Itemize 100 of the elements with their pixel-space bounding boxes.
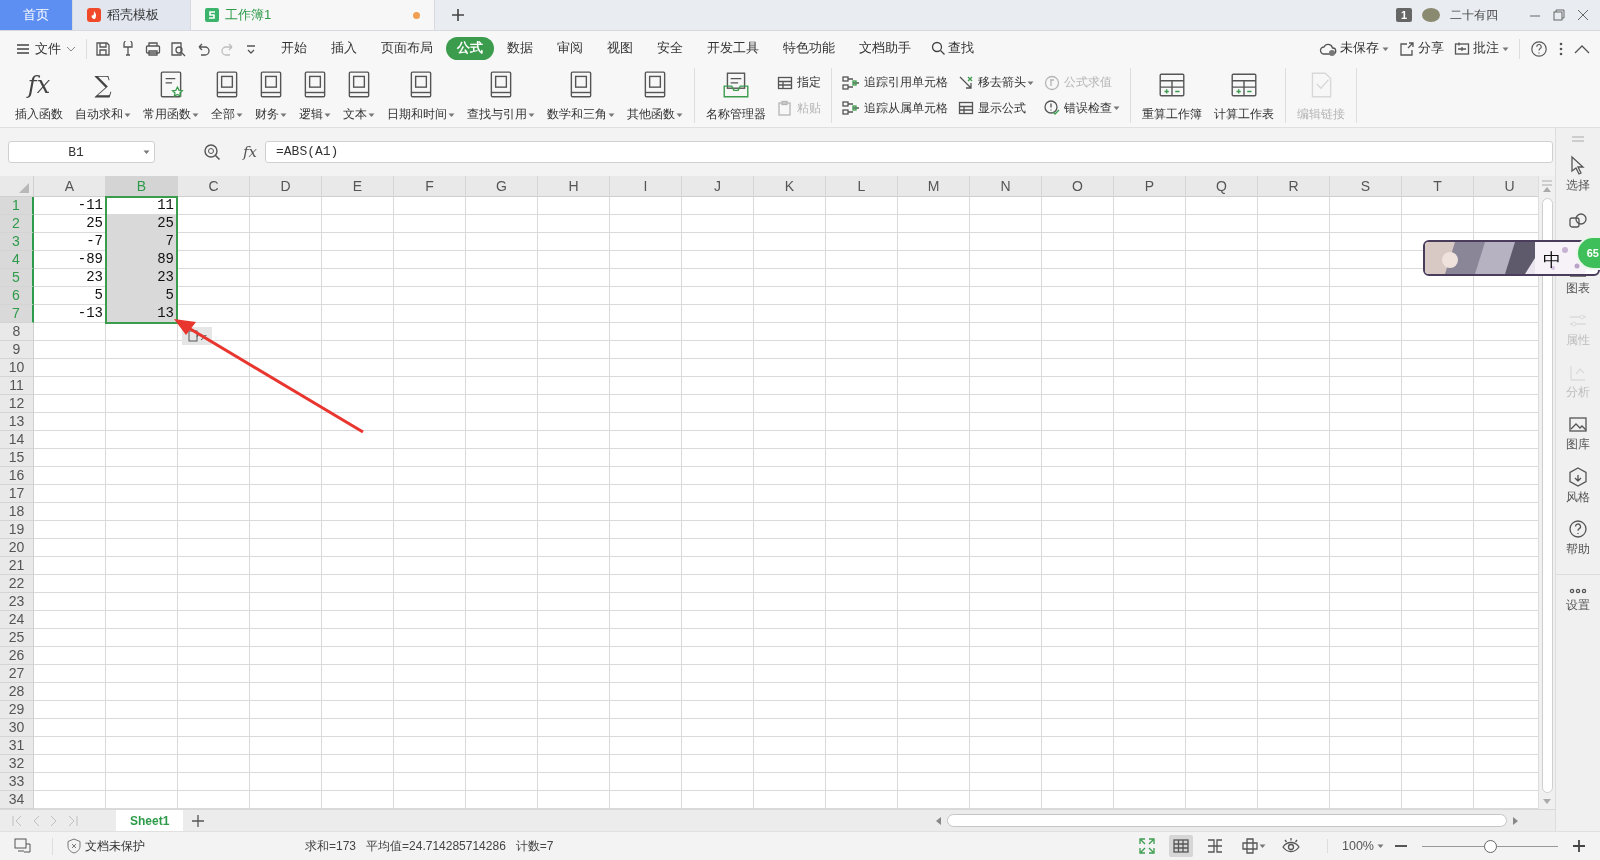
zoom-slider-thumb[interactable] — [1484, 839, 1497, 853]
row-header[interactable]: 18 — [0, 503, 34, 521]
close-icon[interactable] — [1576, 8, 1590, 22]
row-header[interactable]: 34 — [0, 791, 34, 809]
row-header[interactable]: 8 — [0, 323, 34, 341]
ribbon-tab[interactable]: 审阅 — [546, 37, 594, 60]
insert-function-button[interactable]: fx — [243, 143, 257, 161]
column-header[interactable]: Q — [1186, 176, 1258, 197]
column-header[interactable]: U — [1474, 176, 1538, 197]
ribbon-button[interactable]: fx 插入函数 — [10, 68, 68, 123]
ribbon-button[interactable]: 重算工作簿 — [1137, 68, 1207, 123]
column-header[interactable]: O — [1042, 176, 1114, 197]
scroll-left-icon[interactable] — [935, 816, 941, 825]
zoom-icon[interactable] — [203, 143, 221, 161]
column-header[interactable]: R — [1258, 176, 1330, 197]
row-header[interactable]: 16 — [0, 467, 34, 485]
column-header[interactable]: J — [682, 176, 754, 197]
column-header[interactable]: S — [1330, 176, 1402, 197]
preview-icon[interactable] — [170, 40, 186, 57]
ribbon-tab[interactable]: 特色功能 — [772, 37, 846, 60]
printer-icon[interactable] — [145, 40, 161, 57]
ribbon-tab[interactable]: 开发工具 — [696, 37, 770, 60]
ribbon-tab[interactable]: 文档助手 — [848, 37, 922, 60]
ribbon-button[interactable]: 日期和时间 — [382, 68, 460, 123]
ribbon-button[interactable]: 移去箭头 — [958, 74, 1034, 92]
column-header[interactable]: N — [970, 176, 1042, 197]
name-box[interactable]: B1 — [8, 141, 155, 163]
ribbon-button[interactable]: 显示公式 — [958, 99, 1034, 117]
row-header[interactable]: 31 — [0, 737, 34, 755]
add-sheet-icon[interactable] — [191, 813, 206, 828]
ribbon-button[interactable]: 追踪从属单元格 — [842, 99, 948, 117]
column-header[interactable]: M — [898, 176, 970, 197]
ribbon-button[interactable]: 数学和三角 — [542, 68, 620, 123]
zoom-dropdown[interactable]: 100% — [1327, 839, 1384, 853]
row-header[interactable]: 20 — [0, 539, 34, 557]
row-header[interactable]: 10 — [0, 359, 34, 377]
plus-icon[interactable] — [451, 8, 465, 22]
user-name[interactable]: 二十有四 — [1450, 6, 1498, 24]
file-menu[interactable]: 文件 — [10, 38, 87, 59]
help-icon[interactable] — [1530, 39, 1548, 58]
ribbon-tab[interactable]: 页面布局 — [370, 37, 444, 60]
scrollbar-thumb[interactable] — [947, 814, 1507, 827]
ribbon-button[interactable]: 查找与引用 — [462, 68, 540, 123]
column-header[interactable]: G — [466, 176, 538, 197]
document-tab[interactable]: 稻壳模板 — [73, 0, 191, 30]
column-header[interactable]: P — [1114, 176, 1186, 197]
search-button[interactable]: 查找 — [931, 40, 974, 57]
sidebar-button[interactable]: 选择 — [1556, 148, 1600, 200]
document-tab[interactable]: 工作簿1 — [191, 0, 435, 30]
column-header[interactable]: T — [1402, 176, 1474, 197]
ribbon-button[interactable]: 全部 — [206, 68, 248, 123]
column-header[interactable]: E — [322, 176, 394, 197]
row-header[interactable]: 28 — [0, 683, 34, 701]
collapse-icon[interactable] — [1574, 43, 1590, 54]
ribbon-button[interactable]: 逻辑 — [294, 68, 336, 123]
row-header[interactable]: 27 — [0, 665, 34, 683]
row-header[interactable]: 26 — [0, 647, 34, 665]
protection-status[interactable]: 文档未保护 — [52, 837, 145, 855]
row-header[interactable]: 29 — [0, 701, 34, 719]
sidebar-button[interactable]: 设置 — [1556, 574, 1600, 626]
ribbon-tab[interactable]: 公式 — [446, 37, 494, 60]
sheet-switch-icon[interactable] — [14, 838, 32, 854]
ribbon-tab[interactable]: 视图 — [596, 37, 644, 60]
ribbon-button[interactable]: 错误检查 — [1044, 99, 1120, 117]
ribbon-button[interactable]: 文本 — [338, 68, 380, 123]
toolbar-button[interactable]: 分享 — [1399, 40, 1444, 57]
row-header[interactable]: 15 — [0, 449, 34, 467]
row-header[interactable]: 32 — [0, 755, 34, 773]
row-header[interactable]: 30 — [0, 719, 34, 737]
toolbar-button[interactable]: 未保存 — [1319, 40, 1389, 57]
row-header[interactable]: 11 — [0, 377, 34, 395]
row-header[interactable]: 21 — [0, 557, 34, 575]
ribbon-tab[interactable]: 开始 — [270, 37, 318, 60]
ribbon-tab[interactable]: 安全 — [646, 37, 694, 60]
ribbon-button[interactable]: 其他函数 — [622, 68, 688, 123]
row-header[interactable]: 12 — [0, 395, 34, 413]
column-header[interactable]: C — [178, 176, 250, 197]
formula-field[interactable]: =ABS(A1) — [265, 141, 1553, 163]
sidebar-button[interactable]: 风格 — [1556, 460, 1600, 512]
row-header[interactable]: 23 — [0, 593, 34, 611]
column-header[interactable]: L — [826, 176, 898, 197]
sheet-tab[interactable]: Sheet1 — [116, 809, 184, 832]
column-header[interactable]: A — [34, 176, 106, 197]
row-header[interactable]: 22 — [0, 575, 34, 593]
view-button[interactable] — [1169, 835, 1193, 857]
zoom-in-icon[interactable] — [1572, 839, 1586, 853]
column-header[interactable]: F — [394, 176, 466, 197]
sidebar-button[interactable]: 图库 — [1556, 408, 1600, 460]
ribbon-tab[interactable]: 插入 — [320, 37, 368, 60]
toolbar-button[interactable]: 批注 — [1454, 40, 1509, 57]
ribbon-button[interactable]: 财务 — [250, 68, 292, 123]
row-header[interactable]: 33 — [0, 773, 34, 791]
ribbon-button[interactable]: 名称管理器 — [701, 68, 771, 123]
row-header[interactable]: 14 — [0, 431, 34, 449]
column-header[interactable]: D — [250, 176, 322, 197]
ribbon-button[interactable]: 计算工作表 — [1209, 68, 1279, 123]
scroll-right-icon[interactable] — [1513, 816, 1519, 825]
brush-icon[interactable] — [120, 40, 136, 57]
window-count-badge[interactable]: 1 — [1395, 8, 1412, 22]
row-header[interactable]: 17 — [0, 485, 34, 503]
